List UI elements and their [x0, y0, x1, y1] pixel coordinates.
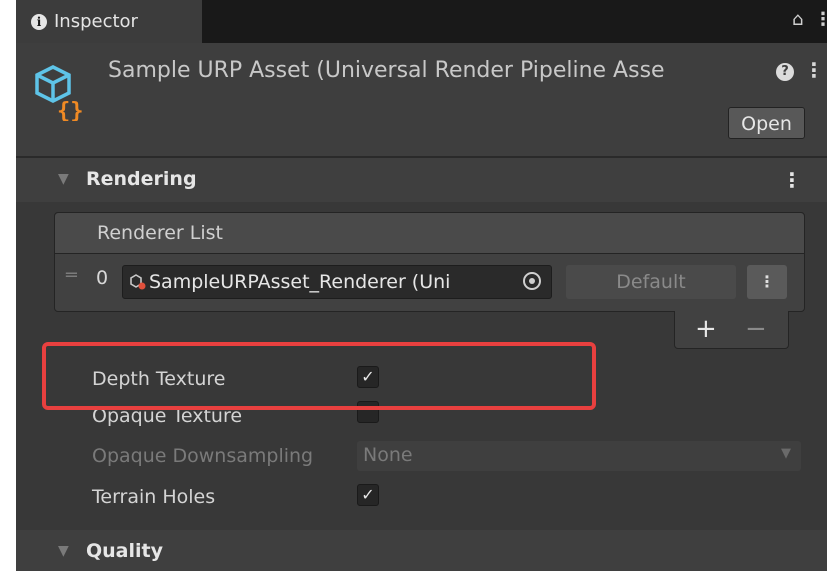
section-menu-icon[interactable]: ⋮ — [782, 168, 802, 192]
render-pipeline-asset-icon: {} — [35, 65, 84, 121]
add-renderer-button[interactable]: + — [695, 311, 717, 347]
foldout-arrow-icon[interactable]: ▼ — [58, 171, 69, 187]
lock-icon[interactable]: ⌂ — [792, 9, 803, 30]
terrain-holes-label: Terrain Holes — [92, 486, 216, 508]
open-button[interactable]: Open — [728, 107, 805, 139]
dropdown-value: None — [363, 444, 413, 466]
quality-section-header[interactable]: ▼ Quality — [16, 530, 827, 571]
inspector-panel: i Inspector ⌂ ⋮ {} Sample URP Asset (Uni… — [16, 0, 827, 571]
tab-bar: i Inspector ⌂ ⋮ — [16, 0, 827, 43]
kebab-menu-icon[interactable]: ⋮ — [814, 9, 827, 30]
renderer-list-header: Renderer List — [55, 213, 804, 254]
opaque-downsampling-label: Opaque Downsampling — [92, 445, 314, 467]
renderer-object-field[interactable]: SampleURPAsset_Renderer (Uni — [122, 265, 552, 299]
dropdown-arrow-icon: ▼ — [781, 446, 791, 461]
drag-handle-icon[interactable]: ═ — [66, 265, 77, 286]
tab-inspector[interactable]: i Inspector — [16, 0, 202, 43]
set-default-button[interactable]: Default — [566, 265, 736, 299]
rendering-section-label: Rendering — [86, 168, 197, 190]
renderer-list: Renderer List ═ 0 SampleURPAsset_Rendere… — [54, 212, 805, 312]
list-add-remove-footer: + − — [674, 311, 789, 349]
list-item: ═ 0 SampleURPAsset_Renderer (Uni Default… — [55, 253, 804, 311]
object-picker-icon[interactable] — [523, 272, 541, 290]
header-menu-icon[interactable]: ⋮ — [804, 58, 824, 82]
rendering-section-header[interactable]: ▼ Rendering ⋮ — [16, 158, 827, 202]
info-icon: i — [31, 14, 47, 30]
terrain-holes-checkbox[interactable]: ✓ — [357, 484, 379, 506]
asset-title: Sample URP Asset (Universal Render Pipel… — [108, 58, 665, 83]
renderer-index: 0 — [96, 267, 109, 289]
tab-title: Inspector — [54, 11, 138, 32]
help-icon[interactable]: ? — [776, 63, 794, 81]
highlight-annotation — [42, 342, 596, 410]
remove-renderer-button[interactable]: − — [745, 311, 767, 347]
asset-header: {} Sample URP Asset (Universal Render Pi… — [16, 43, 827, 158]
row-menu-icon[interactable]: ⋮ — [747, 265, 787, 299]
svg-text:{}: {} — [57, 99, 84, 121]
foldout-arrow-icon[interactable]: ▼ — [58, 543, 69, 559]
renderer-asset-icon — [130, 274, 146, 290]
renderer-object-name: SampleURPAsset_Renderer (Uni — [149, 271, 451, 293]
renderer-list-title: Renderer List — [97, 222, 223, 244]
quality-section-label: Quality — [86, 540, 163, 562]
opaque-downsampling-dropdown[interactable]: None ▼ — [357, 441, 801, 471]
